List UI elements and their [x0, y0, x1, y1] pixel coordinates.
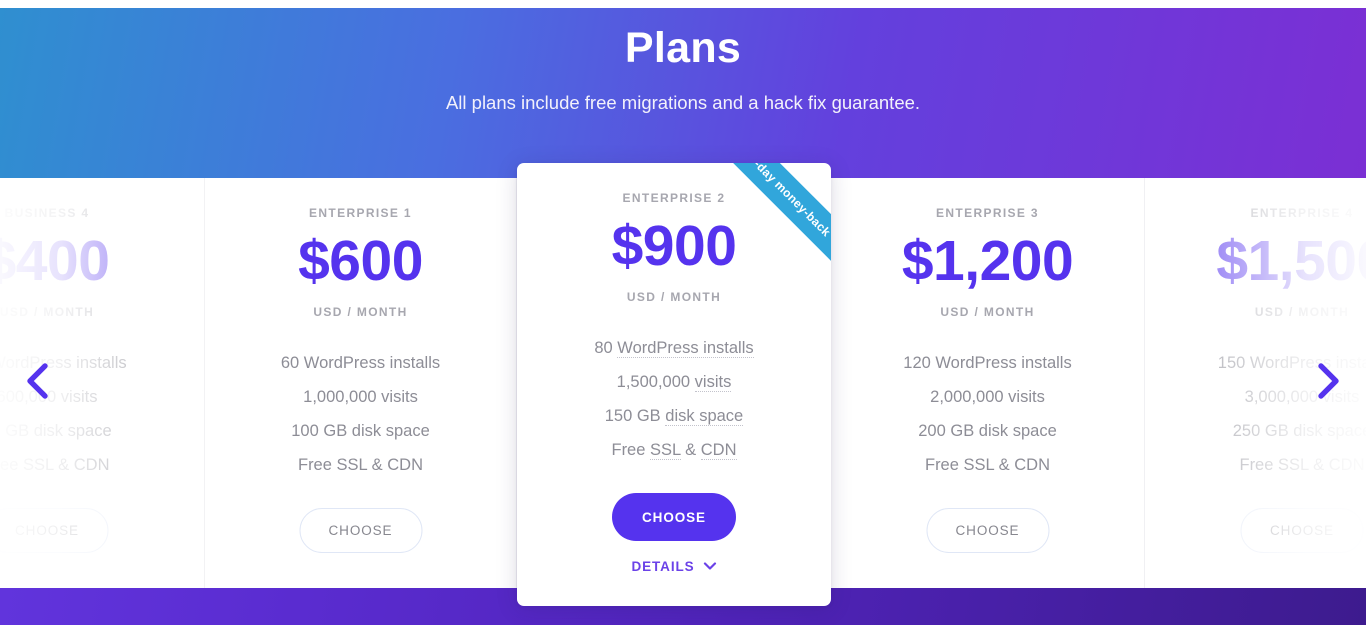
plan-name: ENTERPRISE 2	[622, 191, 726, 205]
plan-price: $400	[0, 229, 110, 293]
chevron-down-icon	[703, 562, 717, 570]
feature-item: 200 GB disk space	[918, 422, 1057, 440]
plan-period: USD / MONTH	[940, 305, 1035, 319]
plan-period: USD / MONTH	[313, 305, 408, 319]
feature-item: Free SSL & CDN	[517, 433, 831, 467]
feature-tooltip-term[interactable]: SSL	[650, 441, 681, 460]
plan-name: ENTERPRISE 1	[309, 206, 412, 220]
feature-prefix: Free	[611, 441, 650, 459]
plan-name: ENTERPRISE 3	[936, 206, 1039, 220]
page-subtitle: All plans include free migrations and a …	[445, 92, 921, 113]
plan-features: 80 WordPress installs 1,500,000 visits 1…	[517, 331, 831, 467]
choose-button[interactable]: CHOOSE	[299, 508, 422, 553]
plan-period: USD / MONTH	[626, 290, 722, 304]
plan-price: $1,200	[901, 229, 1074, 293]
choose-button[interactable]: CHOOSE	[926, 508, 1049, 553]
feature-item: Free SSL & CDN	[0, 456, 110, 474]
feature-item: 60 WordPress installs	[280, 354, 441, 372]
carousel-next-button[interactable]	[1303, 356, 1353, 406]
carousel-prev-button[interactable]	[13, 356, 63, 406]
page-title: Plans	[624, 24, 742, 72]
feature-prefix: 1,500,000	[616, 373, 695, 391]
feature-item: 1,500,000 visits	[517, 365, 831, 399]
feature-tooltip-term[interactable]: disk space	[665, 407, 744, 426]
plan-features: 120 WordPress installs 2,000,000 visits …	[831, 346, 1144, 482]
plan-card-enterprise-1[interactable]: ENTERPRISE 1 $600 USD / MONTH 60 WordPre…	[205, 178, 517, 588]
details-toggle[interactable]: DETAILS	[631, 559, 717, 574]
plan-features: 60 WordPress installs 1,000,000 visits 1…	[205, 346, 516, 482]
plan-card-enterprise-3[interactable]: ENTERPRISE 3 $1,200 USD / MONTH 120 Word…	[831, 178, 1145, 588]
choose-button-featured[interactable]: CHOOSE	[612, 493, 736, 541]
feature-item: Free SSL & CDN	[1239, 456, 1365, 474]
plan-period: USD / MONTH	[0, 305, 95, 319]
feature-prefix: 150 GB	[604, 407, 666, 425]
feature-item: 2,000,000 visits	[930, 388, 1045, 406]
feature-item: 150 GB disk space	[517, 399, 831, 433]
plan-period: USD / MONTH	[1254, 305, 1350, 319]
feature-tooltip-term[interactable]: WordPress installs	[617, 339, 754, 358]
feature-item: 100 GB disk space	[291, 422, 430, 440]
feature-tooltip-term[interactable]: CDN	[700, 441, 737, 460]
feature-item: 120 WordPress installs	[903, 354, 1072, 372]
chevron-right-icon	[1318, 363, 1339, 399]
hero-banner: Plans All plans include free migrations …	[0, 8, 1366, 178]
feature-item: Free SSL & CDN	[924, 456, 1050, 474]
feature-item: 250 GB disk space	[1232, 422, 1366, 440]
pricing-page: Plans All plans include free migrations …	[0, 0, 1366, 625]
plan-name: BUSINESS 4	[4, 206, 90, 220]
feature-tooltip-term[interactable]: visits	[694, 373, 732, 392]
plan-name: ENTERPRISE 4	[1250, 206, 1354, 220]
chevron-left-icon	[27, 363, 48, 399]
details-label: DETAILS	[631, 559, 695, 574]
plan-price: $1,500	[1216, 229, 1366, 293]
choose-button[interactable]: CHOOSE	[0, 508, 109, 553]
feature-item: 60 GB disk space	[0, 422, 112, 440]
feature-item: 1,000,000 visits	[303, 388, 418, 406]
feature-item: 80 WordPress installs	[517, 331, 831, 365]
plan-price: $600	[298, 229, 423, 293]
feature-separator: &	[680, 441, 701, 459]
feature-item: Free SSL & CDN	[297, 456, 423, 474]
choose-button[interactable]: CHOOSE	[1240, 508, 1364, 553]
plan-card-enterprise-2-featured[interactable]: 30-day money-back ENTERPRISE 2 $900 USD …	[517, 163, 831, 606]
feature-prefix: 80	[594, 339, 618, 357]
plan-price: $900	[611, 214, 737, 278]
